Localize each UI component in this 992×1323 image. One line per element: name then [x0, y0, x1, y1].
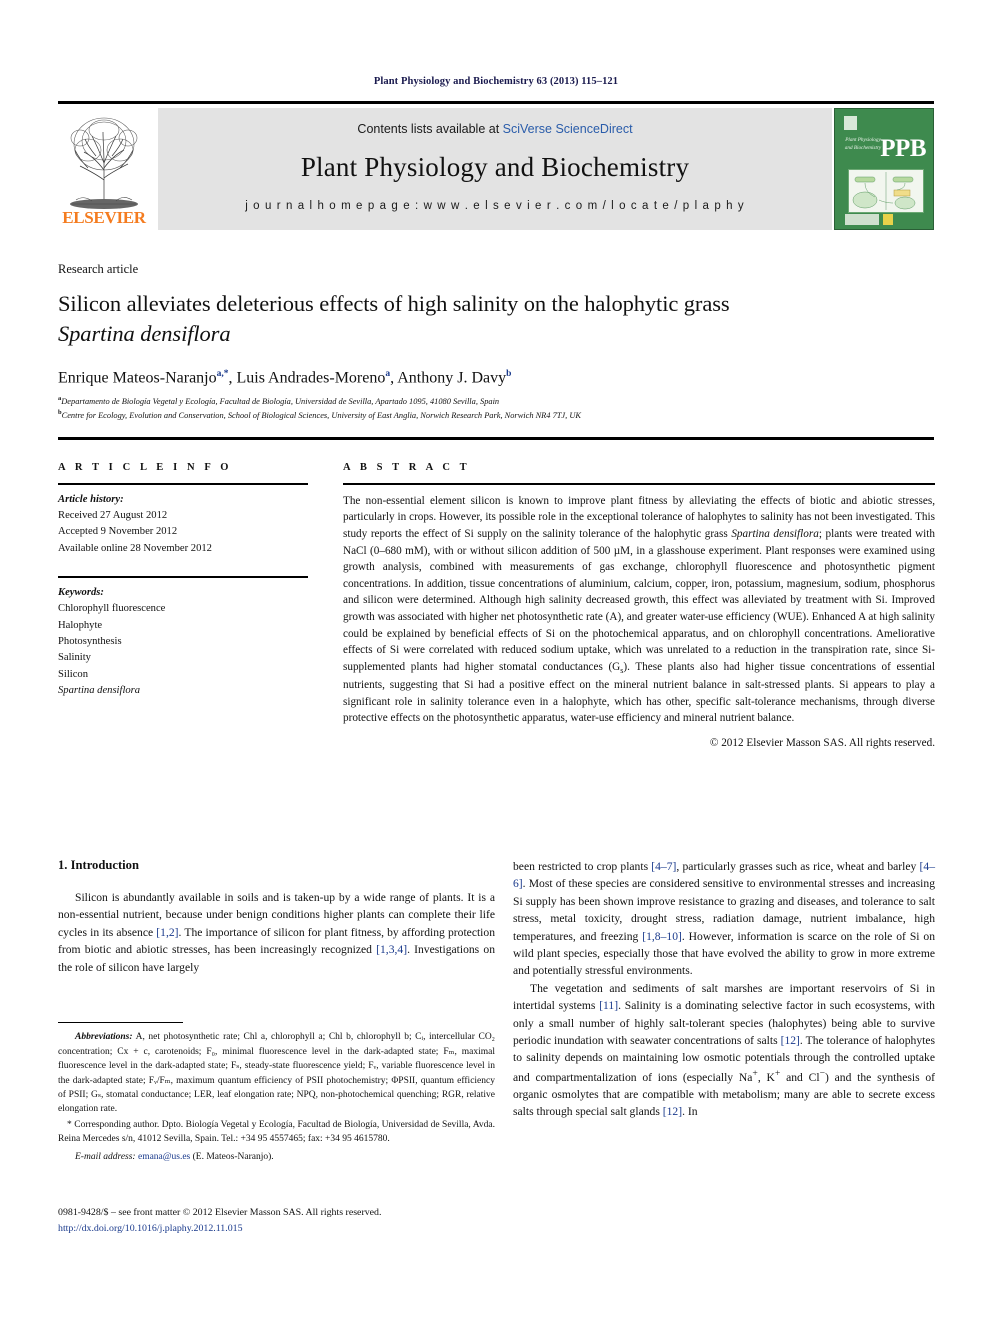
cover-subtitle: Plant Physiology and Biochemistry [844, 137, 882, 151]
citation-ref[interactable]: [11] [599, 999, 618, 1012]
intro-seg: been restricted to crop plants [513, 860, 652, 873]
article-info-rule [58, 483, 308, 485]
email-note: E-mail address: emana@us.es (E. Mateos-N… [58, 1150, 495, 1164]
author-name[interactable]: Enrique Mateos-Naranjo [58, 369, 217, 386]
citation-ref[interactable]: [1,2] [156, 926, 178, 939]
keyword-item: Salinity [58, 652, 91, 664]
history-item: Accepted 9 November 2012 [58, 526, 178, 538]
article-info-top-rule [58, 437, 934, 440]
body-column-right: been restricted to crop plants [4–7], pa… [513, 858, 935, 1121]
sciencedirect-link[interactable]: SciVerse ScienceDirect [503, 122, 633, 136]
page-title: Silicon alleviates deleterious effects o… [58, 289, 938, 348]
abstract-heading: A B S T R A C T [343, 462, 471, 473]
running-head: Plant Physiology and Biochemistry 63 (20… [373, 76, 619, 87]
history-item: Available online 28 November 2012 [58, 542, 212, 554]
intro-seg: , K [757, 1070, 775, 1084]
affiliation-text: Centre for Ecology, Evolution and Conser… [61, 411, 581, 421]
intro-paragraph-right-1: been restricted to crop plants [4–7], pa… [513, 858, 935, 980]
affiliation-item: bCentre for Ecology, Evolution and Conse… [58, 408, 938, 422]
author-mark: a [385, 369, 391, 379]
keyword-item: Chlorophyll fluorescence [58, 603, 166, 615]
abstract-rule [343, 483, 935, 485]
citation-ref[interactable]: [1,8–10] [642, 930, 682, 943]
citation-ref[interactable]: [4–7] [651, 860, 676, 873]
cover-elsevier-logo [845, 214, 879, 225]
intro-paragraph-left: Silicon is abundantly available in soils… [58, 889, 495, 976]
journal-homepage[interactable]: j o u r n a l h o m e p a g e : w w w . … [158, 200, 832, 212]
abstract-copyright: © 2012 Elsevier Masson SAS. All rights r… [709, 736, 935, 749]
page-footer: 0981-9428/$ – see front matter © 2012 El… [58, 1205, 558, 1237]
abbreviations-label: Abbreviations: [75, 1032, 133, 1043]
title-main: Silicon alleviates deleterious effects o… [58, 291, 730, 316]
author-name[interactable]: Anthony J. Davy [397, 369, 506, 386]
keyword-item: Silicon [58, 668, 89, 680]
intro-seg: . In [682, 1105, 698, 1119]
contents-prefix: Contents lists available at [357, 122, 503, 136]
history-item: Received 27 August 2012 [58, 510, 168, 521]
abstract-text: The non-essential element silicon is kno… [343, 493, 935, 727]
article-history-heading: Article history: [58, 493, 124, 505]
doi-link[interactable]: http://dx.doi.org/10.1016/j.plaphy.2012.… [58, 1223, 243, 1234]
affiliation-item: aDepartamento de Biología Vegetal y Ecol… [58, 394, 938, 408]
article-info-heading: A R T I C L E I N F O [58, 462, 233, 473]
paper-page: Plant Physiology and Biochemistry 63 (20… [0, 0, 992, 1323]
intro-paragraph-right-2: The vegetation and sediments of salt mar… [513, 980, 935, 1121]
author-mark: a,* [216, 369, 229, 379]
masthead-top-rule [58, 101, 934, 104]
issn-line: 0981-9428/$ – see front matter © 2012 El… [58, 1207, 382, 1218]
article-info-column: A R T I C L E I N F O Article history: R… [58, 462, 308, 700]
abbreviations-text: A, net photosynthetic rate; Chl a, chlor… [58, 1032, 495, 1115]
abstract-part-2: ; plants were treated with NaCl (0–680 m… [343, 527, 935, 673]
keywords-heading: Keywords: [58, 586, 104, 598]
elsevier-wordmark: ELSEVIER [62, 208, 146, 227]
intro-seg: and Cl [780, 1070, 820, 1084]
affiliation-list: aDepartamento de Biología Vegetal y Ecol… [58, 394, 938, 423]
journal-cover-thumbnail: Plant Physiology and Biochemistry PPB [834, 108, 934, 230]
author-mark: b [506, 369, 512, 379]
section-heading-introduction: 1. Introduction [58, 858, 139, 872]
keywords-list: Keywords: Chlorophyll fluorescence Halop… [58, 585, 308, 700]
journal-banner: Contents lists available at SciVerse Sci… [158, 108, 832, 230]
keyword-item: Photosynthesis [58, 636, 122, 648]
title-species: Spartina densiflora [58, 320, 231, 346]
affiliation-text: Departamento de Biología Vegetal y Ecolo… [61, 396, 500, 406]
elsevier-tree-logo: ELSEVIER [58, 108, 150, 230]
journal-title: Plant Physiology and Biochemistry [300, 152, 690, 182]
footnote-rule [58, 1022, 183, 1024]
elsevier-mini-icon [844, 116, 857, 130]
email-link[interactable]: emana@us.es [138, 1152, 190, 1162]
keyword-item: Halophyte [58, 619, 103, 631]
article-history: Article history: Received 27 August 2012… [58, 492, 308, 558]
article-type: Research article [58, 262, 139, 276]
author-list: Enrique Mateos-Naranjoa,*, Luis Andrades… [58, 369, 512, 387]
abbreviations-note: Abbreviations: A, net photosynthetic rat… [58, 1030, 495, 1117]
abstract-column: A B S T R A C T The non-essential elemen… [343, 462, 935, 749]
abstract-species: Spartina densiflora [731, 527, 819, 540]
cover-abbrev: PPB [880, 135, 926, 162]
body-column-left: 1. Introduction Silicon is abundantly av… [58, 858, 495, 976]
email-attribution: (E. Mateos-Naranjo). [190, 1151, 274, 1162]
citation-ref[interactable]: [1,3,4] [376, 943, 407, 956]
author-name[interactable]: Luis Andrades-Moreno [236, 369, 385, 386]
footnote-block: Abbreviations: A, net photosynthetic rat… [58, 1022, 495, 1164]
contents-line: Contents lists available at SciVerse Sci… [158, 108, 832, 136]
intro-seg: , particularly grasses such as rice, whe… [676, 860, 920, 873]
cover-badge [883, 214, 893, 225]
corresponding-author-note: * Corresponding author. Dpto. Biología V… [58, 1119, 495, 1145]
keyword-item-species: Spartina densiflora [58, 685, 141, 697]
journal-masthead: ELSEVIER Contents lists available at Sci… [58, 108, 934, 230]
email-label: E-mail address: [75, 1151, 136, 1162]
keywords-rule [58, 576, 308, 578]
cover-figure [848, 169, 924, 213]
citation-ref[interactable]: [12] [781, 1034, 800, 1047]
citation-ref[interactable]: [12] [663, 1105, 682, 1118]
